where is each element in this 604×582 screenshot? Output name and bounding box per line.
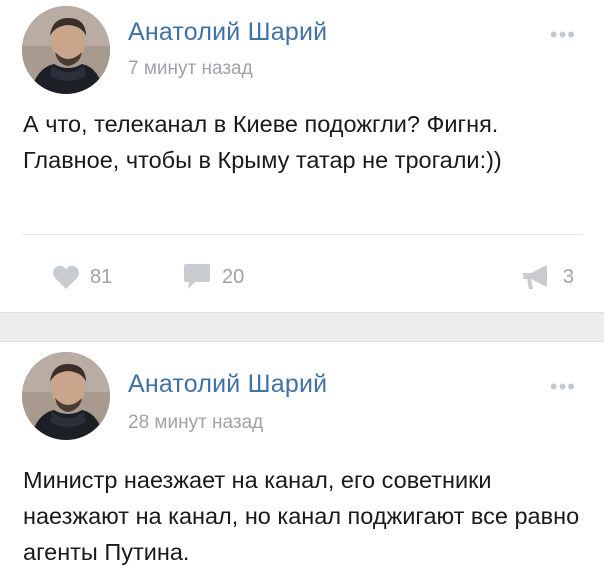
more-dots-icon[interactable]: ••• [550,24,576,46]
post-card: Анатолий Шарий 7 минут назад ••• А что, … [0,0,604,312]
repost-count: 3 [562,265,574,288]
repost-button[interactable]: 3 [521,262,574,292]
feed-separator [0,312,604,342]
post-timestamp[interactable]: 28 минут назад [128,412,263,434]
comment-count: 20 [222,265,245,288]
post-card: Анатолий Шарий 28 минут назад ••• Минист… [0,342,604,582]
post-divider [22,234,582,235]
more-dots-icon[interactable]: ••• [550,376,576,398]
author-name[interactable]: Анатолий Шарий [128,370,327,399]
post-text: Министр наезжает на канал, его советники… [23,467,580,565]
avatar-image [22,352,110,440]
megaphone-icon [522,265,547,289]
post-text: А что, телеканал в Киеве подожгли? Фигня… [23,111,502,173]
comment-bubble-icon [184,264,210,289]
heart-icon [53,265,79,289]
author-avatar[interactable] [22,6,110,94]
like-button[interactable]: 81 [52,262,112,292]
comment-button[interactable]: 20 [182,262,244,292]
post-timestamp[interactable]: 7 минут назад [128,58,253,80]
author-name[interactable]: Анатолий Шарий [128,18,327,47]
like-count: 81 [90,265,113,288]
author-avatar[interactable] [22,352,110,440]
avatar-image [22,6,110,94]
